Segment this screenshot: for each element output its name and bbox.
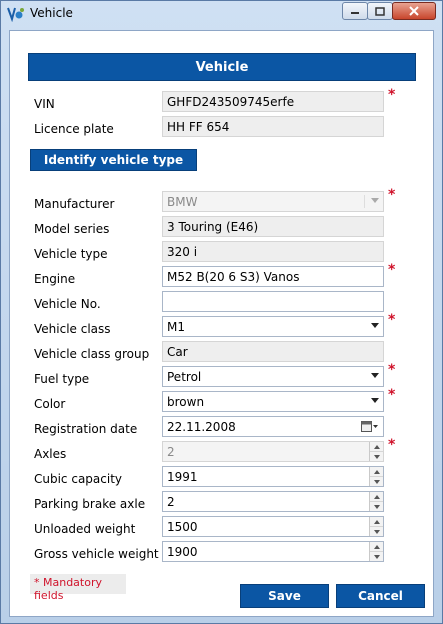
- vehicle-type-field[interactable]: 320 i: [162, 241, 384, 262]
- arrow-down-icon: [373, 479, 380, 484]
- arrow-down-icon: [373, 454, 380, 459]
- chevron-down-icon: [371, 198, 379, 203]
- model-series-label: Model series: [34, 222, 110, 236]
- window-title: Vehicle: [30, 6, 73, 20]
- arrow-up-icon: [373, 519, 380, 524]
- vehicle-no-label: Vehicle No.: [34, 297, 101, 311]
- cubic-capacity-value: 1991: [167, 470, 198, 484]
- required-marker: *: [388, 187, 396, 203]
- parking-brake-axle-stepper[interactable]: [369, 492, 383, 511]
- decrement-button[interactable]: [370, 527, 383, 536]
- cubic-capacity-label: Cubic capacity: [34, 472, 123, 486]
- unloaded-weight-label: Unloaded weight: [34, 522, 136, 536]
- arrow-down-icon: [373, 504, 380, 509]
- color-label: Color: [34, 397, 66, 411]
- vehicle-class-value: M1: [167, 320, 185, 334]
- axles-label: Axles: [34, 447, 67, 461]
- axles-value: 2: [167, 445, 175, 459]
- gross-vehicle-weight-value: 1900: [167, 545, 198, 559]
- vehicle-class-group-field[interactable]: Car: [162, 341, 384, 362]
- arrow-up-icon: [373, 469, 380, 474]
- model-series-field[interactable]: 3 Touring (E46): [162, 216, 384, 237]
- axles-field[interactable]: 2: [162, 441, 384, 462]
- chevron-down-icon: [371, 398, 379, 403]
- parking-brake-axle-label: Parking brake axle: [34, 497, 146, 511]
- arrow-up-icon: [373, 494, 380, 499]
- required-marker: *: [388, 87, 396, 103]
- increment-button[interactable]: [370, 442, 383, 452]
- section-header: Vehicle: [28, 53, 416, 81]
- fuel-type-label: Fuel type: [34, 372, 90, 386]
- chevron-down-icon: [371, 373, 379, 378]
- vin-label: VIN: [34, 97, 55, 111]
- unloaded-weight-value: 1500: [167, 520, 198, 534]
- registration-date-field[interactable]: 22.11.2008: [162, 416, 384, 437]
- decrement-button[interactable]: [370, 502, 383, 511]
- required-marker: *: [388, 262, 396, 278]
- manufacturer-label: Manufacturer: [34, 197, 115, 211]
- required-marker: *: [388, 437, 396, 453]
- fuel-type-select[interactable]: Petrol: [162, 366, 384, 387]
- gross-vehicle-weight-label: Gross vehicle weight: [34, 547, 159, 561]
- required-marker: *: [388, 312, 396, 328]
- increment-button[interactable]: [370, 467, 383, 477]
- cubic-capacity-field[interactable]: 1991: [162, 466, 384, 487]
- vehicle-class-label: Vehicle class: [34, 322, 111, 336]
- vin-field[interactable]: GHFD243509745erfe: [162, 91, 384, 112]
- vehicle-class-group-label: Vehicle class group: [34, 347, 150, 361]
- title-bar[interactable]: Vehicle: [1, 1, 442, 27]
- gross-vehicle-weight-field[interactable]: 1900: [162, 541, 384, 562]
- parking-brake-axle-value: 2: [167, 495, 175, 509]
- increment-button[interactable]: [370, 492, 383, 502]
- registration-date-label: Registration date: [34, 422, 138, 436]
- engine-label: Engine: [34, 272, 76, 286]
- unloaded-weight-stepper[interactable]: [369, 517, 383, 536]
- arrow-down-icon: [373, 529, 380, 534]
- gross-vehicle-weight-stepper[interactable]: [369, 542, 383, 561]
- vehicle-class-select[interactable]: M1: [162, 316, 384, 337]
- manufacturer-value: BMW: [167, 195, 198, 209]
- mandatory-fields-note: * Mandatory fields: [30, 574, 126, 602]
- dialog-content: Vehicle VIN GHFD243509745erfe * Licence …: [9, 30, 434, 617]
- registration-date-value: 22.11.2008: [167, 420, 236, 434]
- close-button[interactable]: [392, 2, 436, 20]
- calendar-icon[interactable]: [361, 420, 379, 433]
- app-logo-icon: [7, 7, 24, 22]
- licence-plate-label: Licence plate: [34, 122, 114, 136]
- vehicle-type-label: Vehicle type: [34, 247, 108, 261]
- unloaded-weight-field[interactable]: 1500: [162, 516, 384, 537]
- vehicle-window: Vehicle Vehicle VIN GHFD243509745erfe * …: [0, 0, 443, 624]
- fuel-type-value: Petrol: [167, 370, 202, 384]
- manufacturer-select[interactable]: BMW: [162, 191, 384, 212]
- increment-button[interactable]: [370, 517, 383, 527]
- maximize-icon: [375, 6, 385, 16]
- arrow-up-icon: [373, 544, 380, 549]
- arrow-up-icon: [373, 444, 380, 449]
- chevron-down-icon: [371, 323, 379, 328]
- vehicle-no-field[interactable]: [162, 291, 384, 312]
- color-value: brown: [167, 395, 205, 409]
- increment-button[interactable]: [370, 542, 383, 552]
- decrement-button[interactable]: [370, 452, 383, 461]
- minimize-button[interactable]: [342, 2, 368, 20]
- licence-plate-field[interactable]: HH FF 654: [162, 116, 384, 137]
- cancel-button[interactable]: Cancel: [336, 584, 425, 608]
- axles-stepper[interactable]: [369, 442, 383, 461]
- cubic-capacity-stepper[interactable]: [369, 467, 383, 486]
- maximize-button[interactable]: [367, 2, 393, 20]
- decrement-button[interactable]: [370, 477, 383, 486]
- save-button[interactable]: Save: [240, 584, 329, 608]
- identify-vehicle-type-button[interactable]: Identify vehicle type: [30, 149, 197, 171]
- color-select[interactable]: brown: [162, 391, 384, 412]
- decrement-button[interactable]: [370, 552, 383, 561]
- arrow-down-icon: [373, 554, 380, 559]
- parking-brake-axle-field[interactable]: 2: [162, 491, 384, 512]
- engine-field[interactable]: M52 B(20 6 S3) Vanos: [162, 266, 384, 287]
- minimize-icon: [351, 12, 359, 14]
- required-marker: *: [388, 362, 396, 378]
- required-marker: *: [388, 387, 396, 403]
- close-icon: [409, 6, 419, 16]
